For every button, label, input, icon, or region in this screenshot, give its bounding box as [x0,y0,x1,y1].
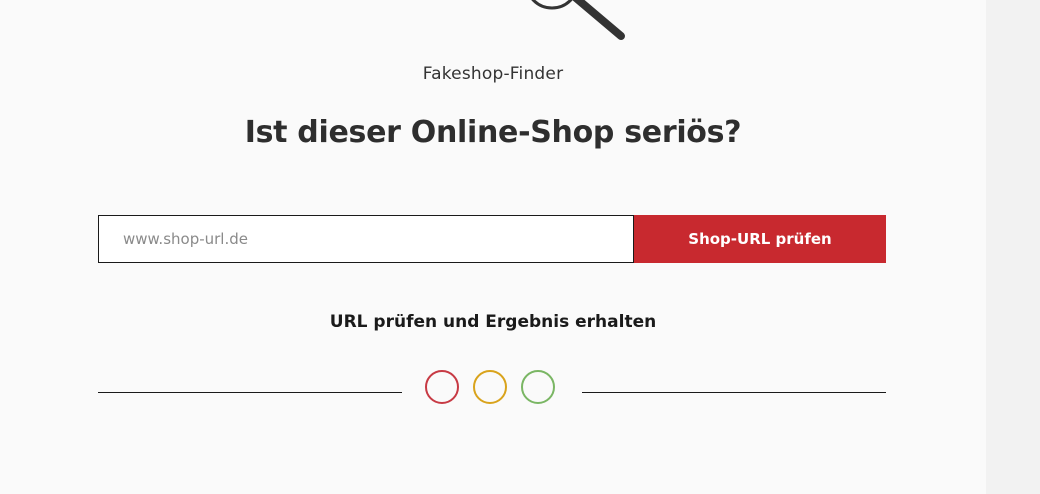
red-circle-icon [425,370,459,404]
yellow-circle-icon [473,370,507,404]
result-subheading: URL prüfen und Ergebnis erhalten [329,312,657,332]
shop-url-input[interactable] [98,215,634,263]
divider-left [98,392,402,393]
green-circle-icon [521,370,555,404]
page-title: Ist dieser Online-Shop seriös? [244,115,742,150]
url-check-form: Shop-URL prüfen [98,215,886,263]
divider-right [582,392,886,393]
main-area: Fakeshop-Finder Ist dieser Online-Shop s… [0,0,986,494]
magnifier-icon [531,0,625,40]
right-side-panel [986,0,1040,494]
tool-name: Fakeshop-Finder [422,64,564,84]
check-url-button[interactable]: Shop-URL prüfen [634,215,886,263]
